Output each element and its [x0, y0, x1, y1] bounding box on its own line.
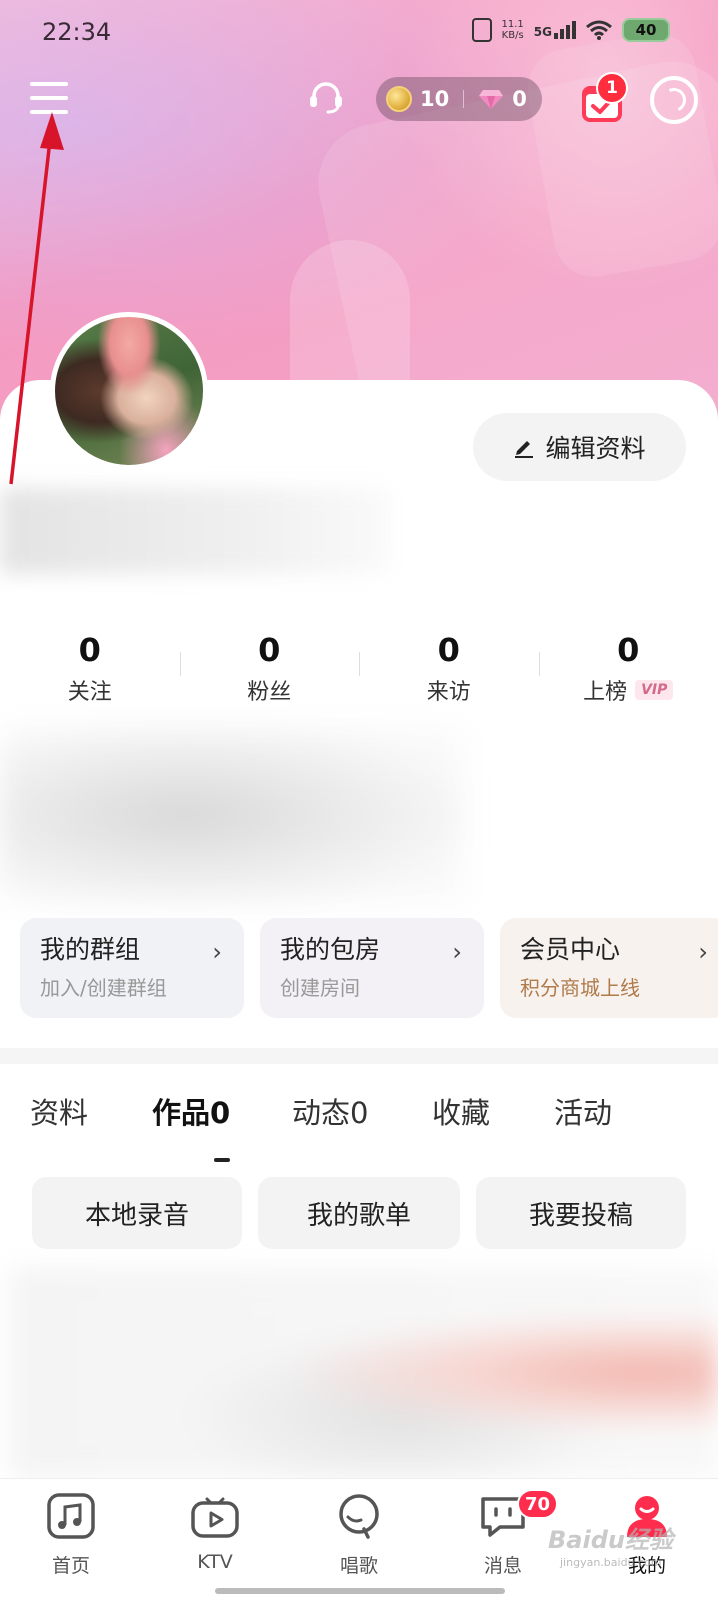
- nav-item-messages[interactable]: 70 消息: [453, 1489, 559, 1578]
- submit-contribution-button[interactable]: 我要投稿: [476, 1177, 686, 1249]
- section-divider: [0, 1048, 718, 1064]
- network-speed-unit: KB/s: [501, 30, 524, 41]
- coin-balance: 10: [420, 87, 450, 111]
- stat-value: 0: [258, 631, 281, 669]
- nav-label: KTV: [197, 1551, 233, 1573]
- cellular-signal: 5G: [534, 21, 576, 39]
- stat-value: 0: [437, 631, 460, 669]
- stat-label: 上榜 VIP: [583, 674, 674, 706]
- tv-play-icon: [191, 1497, 239, 1538]
- watermark: Baidu经验: [548, 1526, 673, 1554]
- pencil-icon: [515, 441, 534, 458]
- stat-value: 0: [78, 631, 101, 669]
- message-badge: 70: [517, 1489, 559, 1519]
- tab-favorites[interactable]: 收藏: [432, 1090, 554, 1150]
- nav-item-home[interactable]: 首页: [21, 1493, 121, 1578]
- vibrate-icon: [471, 18, 492, 42]
- chevron-right-icon: ›: [698, 938, 708, 966]
- signal-bars-icon: [554, 21, 576, 39]
- profile-tabs: 资料 作品0 动态0 收藏 活动: [30, 1090, 654, 1162]
- local-recordings-button[interactable]: 本地录音: [32, 1177, 242, 1249]
- stat-label: 来访: [426, 680, 471, 705]
- customer-service-icon[interactable]: [306, 78, 346, 118]
- nav-label: 消息: [483, 1555, 522, 1577]
- quick-card-subtitle: 加入/创建群组: [40, 976, 167, 1000]
- tab-moments[interactable]: 动态0: [292, 1090, 432, 1150]
- stat-value: 0: [617, 631, 640, 669]
- stats-row: 0 关注 0 粉丝 0 来访 0 上榜 VIP: [0, 630, 718, 710]
- blurred-content: [0, 726, 464, 904]
- battery-indicator: 40: [622, 18, 670, 42]
- quick-card-subtitle: 创建房间: [280, 976, 360, 1000]
- quick-card-subtitle: 积分商城上线: [520, 976, 640, 1000]
- blurred-username: [0, 488, 390, 574]
- stat-fans[interactable]: 0 粉丝: [179, 630, 360, 710]
- status-time: 22:34: [42, 18, 112, 46]
- quick-card-vip-center[interactable]: 会员中心 积分商城上线 ›: [500, 918, 718, 1018]
- stat-following[interactable]: 0 关注: [0, 630, 180, 710]
- blurred-works-content: [10, 1268, 718, 1478]
- microphone-icon: [339, 1494, 379, 1539]
- tab-activities[interactable]: 活动: [554, 1090, 654, 1150]
- diamond-balance: 0: [512, 87, 527, 111]
- network-type: 5G: [533, 25, 552, 39]
- my-playlists-button[interactable]: 我的歌单: [258, 1177, 460, 1249]
- nav-item-ktv[interactable]: KTV: [165, 1493, 265, 1573]
- menu-icon[interactable]: [30, 80, 68, 116]
- wallet-pill[interactable]: 10 0: [376, 77, 542, 121]
- divider: [463, 90, 465, 108]
- coin-icon: [386, 86, 412, 112]
- status-icons: 11.1 KB/s 5G 40: [471, 18, 670, 42]
- wifi-icon: [586, 20, 612, 40]
- edit-profile-button[interactable]: 编辑资料: [473, 413, 686, 481]
- network-speed: 11.1 KB/s: [502, 19, 524, 41]
- quick-card-my-rooms[interactable]: 我的包房 创建房间 ›: [260, 918, 484, 1018]
- nav-label: 首页: [51, 1555, 90, 1577]
- tab-works[interactable]: 作品0: [152, 1090, 292, 1162]
- vip-badge: VIP: [635, 680, 674, 700]
- tab-info[interactable]: 资料: [30, 1090, 152, 1150]
- diamond-icon: [479, 90, 504, 109]
- avatar[interactable]: [50, 312, 208, 470]
- music-note-icon: [47, 1493, 95, 1539]
- quick-card-title: 会员中心: [520, 935, 621, 964]
- edit-profile-label: 编辑资料: [545, 434, 646, 463]
- quick-card-title: 我的群组: [40, 935, 141, 964]
- quick-card-title: 我的包房: [280, 935, 381, 964]
- watermark-url: jingyan.baidu.com: [560, 1556, 662, 1569]
- status-bar: 22:34 11.1 KB/s 5G 40: [0, 0, 718, 66]
- home-indicator: [215, 1588, 505, 1594]
- music-player-icon[interactable]: [650, 76, 698, 124]
- chevron-right-icon: ›: [212, 938, 222, 966]
- stat-ranking[interactable]: 0 上榜 VIP: [538, 630, 718, 710]
- chevron-right-icon: ›: [452, 938, 462, 966]
- quick-card-my-groups[interactable]: 我的群组 加入/创建群组 ›: [20, 918, 244, 1018]
- stat-label: 关注: [67, 680, 112, 705]
- nav-item-sing[interactable]: 唱歌: [309, 1493, 409, 1578]
- stat-visitors[interactable]: 0 来访: [359, 630, 539, 710]
- checkin-badge: 1: [596, 72, 628, 104]
- network-speed-value: 11.1: [501, 19, 524, 30]
- stat-label: 粉丝: [247, 680, 292, 705]
- nav-label: 唱歌: [339, 1555, 378, 1577]
